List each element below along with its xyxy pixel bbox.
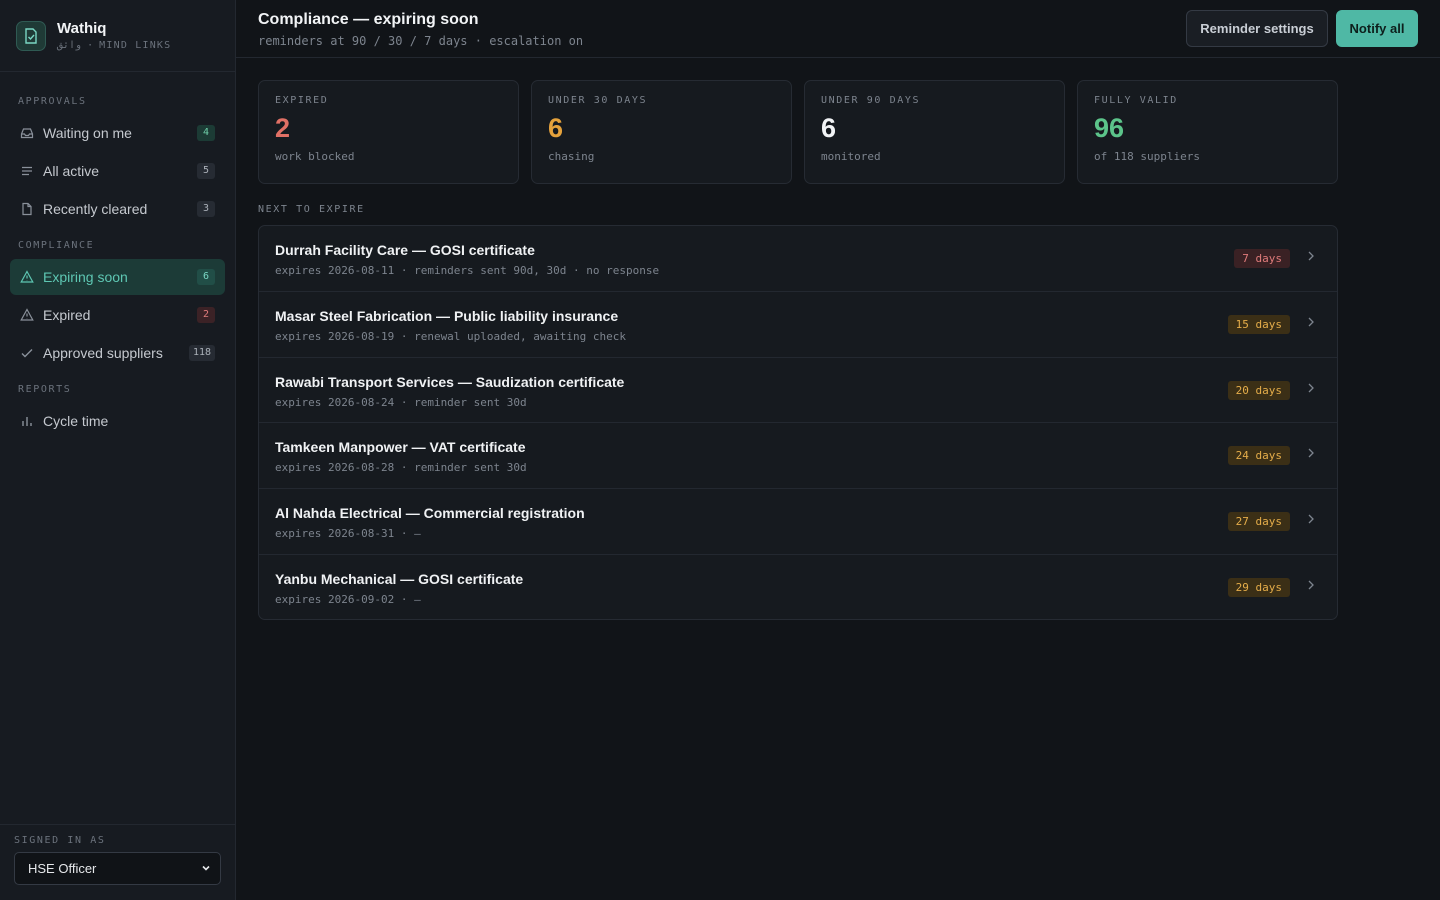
chevron-right-icon — [1305, 381, 1317, 400]
stat-value: 96 — [1094, 113, 1125, 143]
days-badge: 7 days — [1234, 249, 1290, 268]
stat-label: UNDER 90 DAYS — [821, 95, 921, 106]
days-badge: 20 days — [1227, 380, 1290, 400]
list-item[interactable]: Tamkeen Manpower — VAT certificate expir… — [259, 423, 1337, 490]
sidebar-item-all-active[interactable]: All active 5 — [10, 153, 225, 189]
sidebar-item-cycle-time[interactable]: Cycle time — [10, 403, 225, 439]
app-logo-icon — [16, 20, 46, 51]
count-badge: 4 — [197, 125, 215, 141]
warning-icon — [18, 306, 36, 324]
sidebar-item-label: Approved suppliers — [43, 345, 163, 361]
sidebar-item-label: Recently cleared — [43, 201, 148, 217]
app-subtitle: واثق · MIND LINKS — [57, 40, 172, 51]
count-badge: 118 — [188, 345, 215, 361]
stat-card-under-30-days: UNDER 30 DAYS 6 chasing — [531, 80, 792, 184]
chevron-right-icon — [1305, 512, 1317, 531]
section-label-approvals: APPROVALS — [18, 96, 87, 107]
sidebar-item-label: All active — [43, 163, 100, 179]
days-badge: 29 days — [1227, 577, 1290, 597]
list-heading: NEXT TO EXPIRE — [258, 204, 365, 215]
sidebar-item-label: Waiting on me — [43, 125, 132, 141]
check-icon — [18, 344, 36, 362]
count-badge: 5 — [197, 163, 215, 179]
stat-label: EXPIRED — [275, 95, 329, 106]
row-subtitle: expires 2026-08-19 · renewal uploaded, a… — [275, 329, 626, 343]
row-subtitle: expires 2026-08-28 · reminder sent 30d — [275, 461, 527, 475]
warning-icon — [18, 268, 36, 286]
stat-card-under-90-days: UNDER 90 DAYS 6 monitored — [804, 80, 1065, 184]
list-item[interactable]: Yanbu Mechanical — GOSI certificate expi… — [259, 555, 1337, 619]
stat-note: work blocked — [275, 150, 355, 163]
chevron-right-icon — [1305, 578, 1317, 597]
section-label-compliance: COMPLIANCE — [18, 240, 95, 251]
sidebar-item-label: Cycle time — [43, 413, 109, 429]
days-badge: 15 days — [1227, 314, 1290, 334]
sidebar: Wathiq واثق · MIND LINKS APPROVALS Waiti… — [0, 0, 236, 900]
row-title: Rawabi Transport Services — Saudization … — [275, 373, 625, 390]
row-subtitle: expires 2026-08-24 · reminder sent 30d — [275, 395, 527, 409]
list-item[interactable]: Masar Steel Fabrication — Public liabili… — [259, 292, 1337, 358]
count-badge: 2 — [197, 307, 215, 323]
stat-note: of 118 suppliers — [1094, 150, 1200, 163]
row-subtitle: expires 2026-08-11 · reminders sent 90d,… — [275, 264, 660, 277]
stat-value: 2 — [275, 113, 291, 143]
inbox-icon — [18, 124, 36, 142]
stat-value: 6 — [821, 113, 837, 143]
row-title: Tamkeen Manpower — VAT certificate — [275, 439, 526, 456]
role-select-value: HSE Officer — [28, 861, 97, 876]
chevron-right-icon — [1305, 249, 1317, 268]
brand: Wathiq واثق · MIND LINKS — [0, 0, 235, 72]
sidebar-item-expired[interactable]: Expired 2 — [10, 297, 225, 333]
sidebar-item-label: Expired — [43, 307, 91, 323]
page-header: Compliance — expiring soon reminders at … — [236, 0, 1440, 58]
stat-card-fully-valid: FULLY VALID 96 of 118 suppliers — [1077, 80, 1338, 184]
sidebar-item-expiring-soon[interactable]: Expiring soon 6 — [10, 259, 225, 295]
stat-label: FULLY VALID — [1094, 95, 1178, 106]
chevron-right-icon — [1305, 315, 1317, 334]
bar-chart-icon — [18, 412, 36, 430]
section-label-reports: REPORTS — [18, 384, 72, 395]
stat-value: 6 — [548, 113, 564, 143]
app-name: Wathiq — [57, 20, 107, 37]
days-badge: 24 days — [1227, 446, 1290, 466]
count-badge: 6 — [197, 269, 215, 285]
row-subtitle: expires 2026-09-02 · — — [275, 592, 421, 606]
list-icon — [18, 162, 36, 180]
row-title: Masar Steel Fabrication — Public liabili… — [275, 307, 619, 324]
sidebar-footer: SIGNED IN AS HSE Officer — [0, 824, 235, 900]
sidebar-item-label: Expiring soon — [43, 269, 128, 285]
row-title: Durrah Facility Care — GOSI certificate — [275, 242, 535, 258]
role-select[interactable]: HSE Officer — [14, 852, 221, 885]
chevron-down-icon — [200, 862, 212, 877]
list-item[interactable]: Rawabi Transport Services — Saudization … — [259, 358, 1337, 424]
page-subtitle: reminders at 90 / 30 / 7 days · escalati… — [258, 34, 584, 48]
document-icon — [18, 200, 36, 218]
reminder-settings-button[interactable]: Reminder settings — [1186, 10, 1328, 47]
page-title: Compliance — expiring soon — [258, 11, 479, 28]
expiry-list: Durrah Facility Care — GOSI certificate … — [258, 225, 1338, 620]
row-title: Yanbu Mechanical — GOSI certificate — [275, 570, 524, 587]
list-item[interactable]: Durrah Facility Care — GOSI certificate … — [259, 226, 1337, 292]
stat-note: monitored — [821, 150, 881, 163]
stat-label: UNDER 30 DAYS — [548, 95, 648, 106]
row-title: Al Nahda Electrical — Commercial registr… — [275, 505, 585, 522]
list-item[interactable]: Al Nahda Electrical — Commercial registr… — [259, 489, 1337, 555]
stat-note: chasing — [548, 150, 595, 163]
sidebar-item-recently-cleared[interactable]: Recently cleared 3 — [10, 191, 225, 227]
row-subtitle: expires 2026-08-31 · — — [275, 527, 421, 541]
count-badge: 3 — [197, 201, 215, 217]
sidebar-item-approved-suppliers[interactable]: Approved suppliers 118 — [10, 335, 225, 371]
signed-in-label: SIGNED IN AS — [14, 835, 106, 846]
notify-all-button[interactable]: Notify all — [1336, 10, 1418, 47]
chevron-right-icon — [1305, 446, 1317, 465]
stat-card-expired: EXPIRED 2 work blocked — [258, 80, 519, 184]
sidebar-item-waiting-on-me[interactable]: Waiting on me 4 — [10, 115, 225, 151]
days-badge: 27 days — [1227, 512, 1290, 532]
